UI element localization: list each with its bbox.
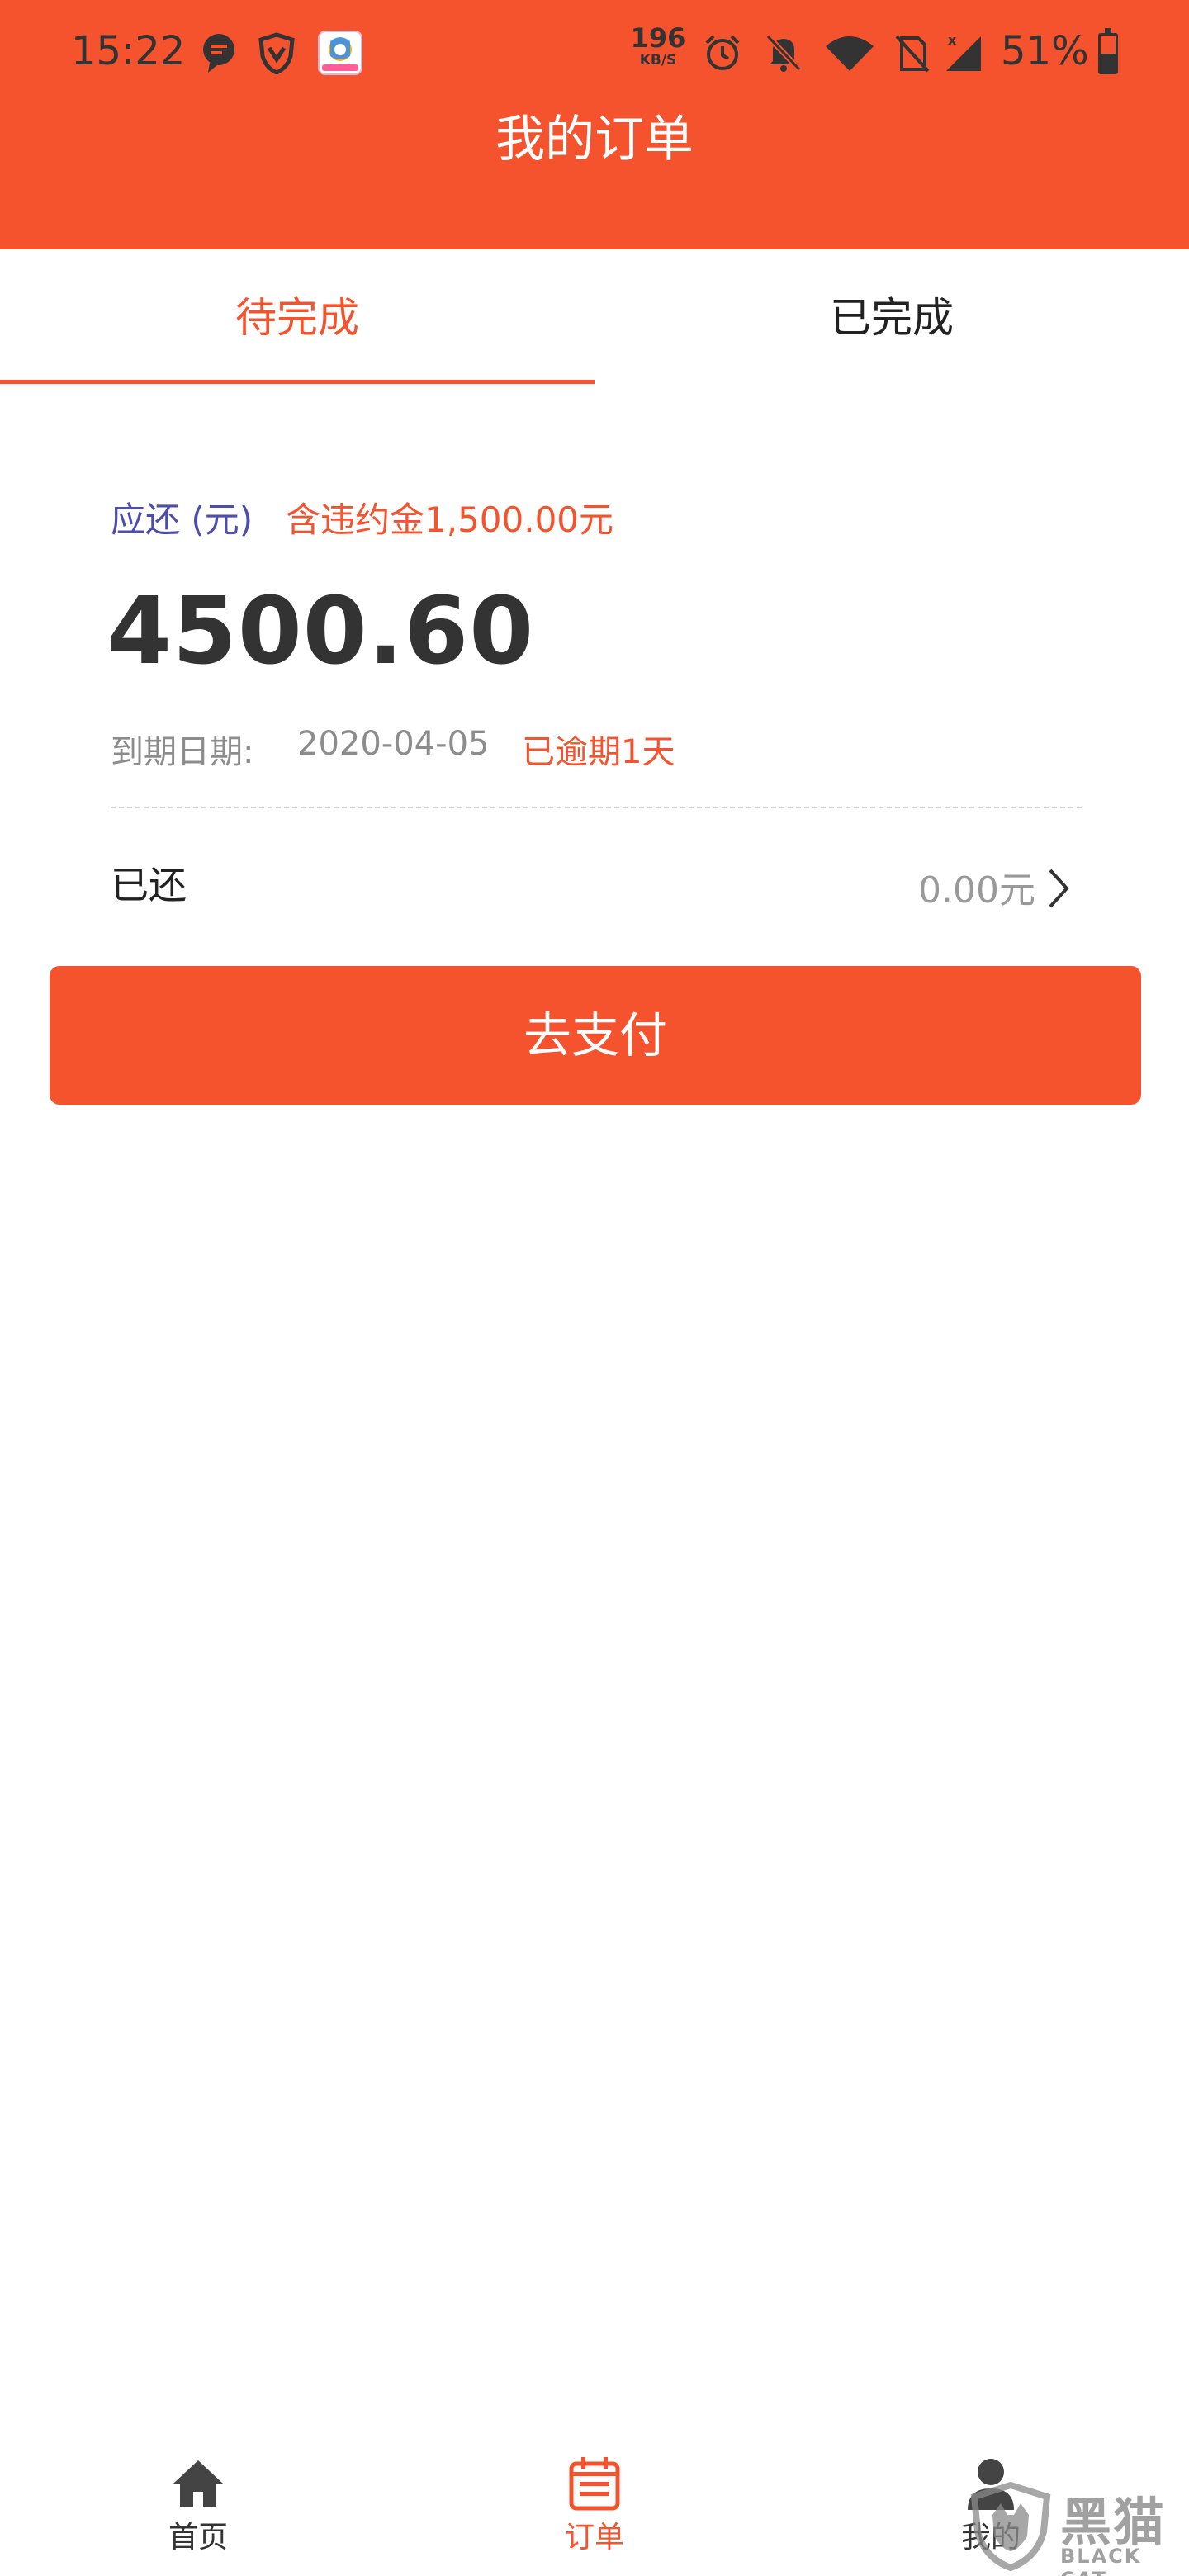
paid-row[interactable]: 已还 0.00元 — [0, 834, 1189, 933]
battery-percent: 51% — [1001, 28, 1089, 74]
due-date: 2020-04-05 — [297, 725, 490, 763]
due-date-label: 到期日期: — [111, 733, 254, 771]
penalty-note: 含违约金1,500.00元 — [286, 500, 614, 540]
page-title: 我的订单 — [495, 111, 694, 168]
message-icon — [203, 34, 234, 73]
alarm-icon — [705, 35, 740, 70]
chevron-right-icon — [1049, 869, 1069, 908]
watermark-text: 黑猫 — [1060, 2492, 1167, 2552]
nav-label-home: 首页 — [168, 2521, 228, 2555]
blackcat-watermark: 黑猫 BLACK CAT — [968, 2477, 1189, 2576]
order-tabs: 待完成 已完成 — [0, 249, 1189, 386]
calendar-icon — [569, 2457, 620, 2511]
nav-item-orders[interactable]: 订单 — [495, 2411, 694, 2576]
watermark-subtext: BLACK CAT — [1060, 2545, 1142, 2576]
paid-value: 0.00元 — [918, 869, 1035, 912]
battery-icon — [1098, 28, 1118, 74]
due-amount-label: 应还 (元) — [111, 500, 253, 540]
active-tab-indicator — [0, 380, 594, 384]
app-header: 15:22 196 KB/S x 51% 我的订单 — [0, 0, 1189, 249]
nav-label-orders: 订单 — [564, 2521, 624, 2555]
home-icon — [173, 2460, 223, 2507]
shield-icon — [258, 32, 295, 74]
wifi-icon — [826, 36, 874, 71]
status-bar: 15:22 196 KB/S x 51% — [0, 0, 1189, 107]
app-notification-icon — [318, 31, 362, 75]
due-amount: 4500.60 — [107, 578, 535, 685]
signal-icon: x — [946, 32, 981, 71]
cat-shield-icon — [970, 2482, 1051, 2571]
tab-completed[interactable]: 已完成 — [594, 249, 1189, 386]
svg-text:x: x — [948, 32, 957, 48]
status-time: 15:22 — [71, 28, 186, 74]
network-speed: 196 KB/S — [630, 22, 686, 69]
paid-label: 已还 — [111, 863, 187, 907]
overdue-status: 已逾期1天 — [522, 733, 675, 771]
dashed-divider — [111, 807, 1082, 808]
bell-off-icon — [765, 34, 802, 72]
nav-item-home[interactable]: 首页 — [99, 2411, 297, 2576]
pay-button[interactable]: 去支付 — [50, 966, 1141, 1105]
tab-pending[interactable]: 待完成 — [0, 249, 594, 386]
no-sim-icon — [895, 35, 930, 73]
